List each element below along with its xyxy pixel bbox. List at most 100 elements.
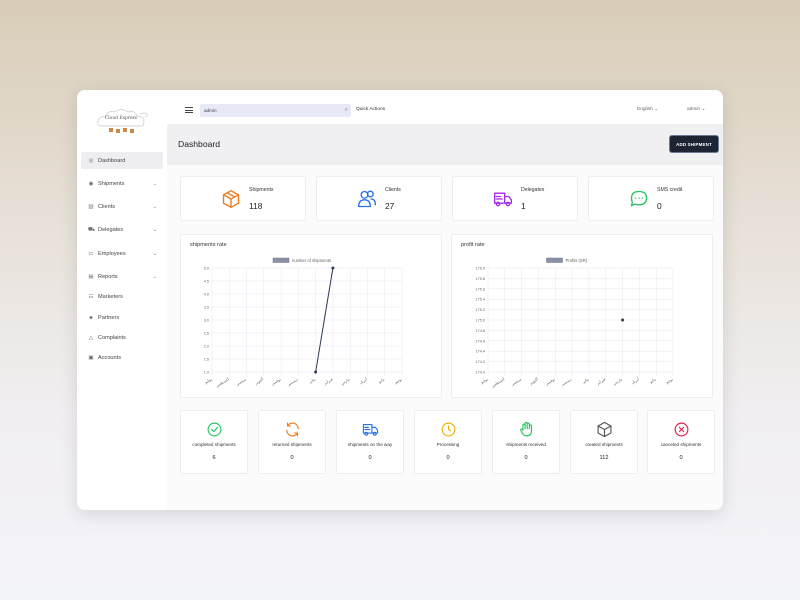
status-card-label: shipments on the way [347,442,393,447]
status-card-value: 0 [679,455,683,461]
stat-label: Delegates [521,187,545,193]
language-dropdown[interactable]: English ⌄ [637,107,658,112]
x-tick-label: ديسمبر [559,376,573,387]
stat-label: Shipments [249,187,274,193]
x-tick-label: يناير [580,377,589,385]
status-card-label: completed shipments [192,442,236,447]
profit-rate-panel: profit rate Profits (SR) 174.0 174.2 174.4 1… [451,234,713,398]
status-card-returned-shipments[interactable]: returned shipments 0 [258,410,326,474]
stat-card-shipments[interactable]: Shipments 118 [180,176,306,221]
truck-icon: ⛟ [88,227,95,234]
chevron-down-icon: ⌄ [152,180,157,187]
sidebar-item-reports[interactable]: ▤ Reports ⌄ [81,268,163,285]
app-window: Cloud Express ◎ Dashboard ◉ Shipments ⌄ ▥ Clie… [77,90,723,510]
x-tick-label: أكتوبر [253,377,264,386]
quick-actions-link[interactable]: Quick Actions [356,107,385,112]
legend-label: Profits (SR) [566,258,588,263]
sidebar-item-partners[interactable]: ♣ Partners [81,309,163,326]
legend-swatch [272,257,290,263]
stat-value: 0 [657,201,662,211]
x-tick-label: مايو [376,377,385,385]
sidebar-item-delegates[interactable]: ⛟ Delegates ⌄ [81,222,163,239]
chevron-down-icon: ⌄ [152,227,157,234]
stat-label: SMS credit [657,187,683,193]
y-tick-label: 174.2 [475,360,485,364]
sidebar-item-label: Reports [98,273,118,280]
hamburger-menu-icon[interactable] [185,107,193,113]
status-card-created-shipments[interactable]: created shipments 112 [570,410,638,474]
sidebar-item-marketers[interactable]: ☷ Marketers [81,289,163,306]
y-tick-label: 2.0 [204,345,209,349]
sidebar-item-employees[interactable]: ▭ Employees ⌄ [81,245,163,262]
cloud-icon [97,109,148,133]
sidebar-item-label: Partners [98,314,120,321]
sidebar-item-shipments[interactable]: ◉ Shipments ⌄ [81,175,163,192]
x-tick-label: يوليو [203,377,213,385]
status-card-value: 0 [446,455,450,461]
x-tick-label: مارس [612,377,623,386]
accounts-icon: ▣ [88,355,94,362]
stat-card-delegates[interactable]: Delegates 1 [452,176,578,221]
status-card-value: 0 [290,455,294,461]
folder-icon: ▤ [88,273,94,280]
y-tick-label: 1.5 [204,358,209,362]
x-tick-label: سبتمبر [509,377,522,387]
sidebar-item-dashboard[interactable]: ◎ Dashboard [81,152,163,169]
x-tick-label: نوفمبر [544,377,556,387]
clients-icon: ▥ [88,204,94,211]
status-card-canceled-shipments[interactable]: canceled shipments 0 [647,410,715,474]
partners-icon: ♣ [89,314,93,321]
x-tick-label: يناير [307,377,316,385]
add-shipment-button[interactable]: ADD SHIPMENT [670,136,718,152]
user-dropdown[interactable]: admin ⌄ [687,107,705,112]
y-tick-label: 2.5 [204,332,209,336]
gauge-icon: ◎ [88,157,94,164]
x-tick-label: أكتوبر [528,377,539,386]
y-tick-label: 174.0 [475,371,485,375]
brand-name: Cloud Express [104,116,138,121]
clock-icon [440,421,457,438]
status-card-shipments-on-the-way[interactable]: shipments on the way 0 [336,410,404,474]
sidebar-item-label: Shipments [98,180,125,187]
x-tick-label: أغسطس [490,377,505,389]
y-tick-label: 4.5 [204,280,209,284]
stat-card-clients[interactable]: Clients 27 [316,176,442,221]
marketers-icon: ☷ [88,294,94,301]
brand-logo[interactable]: Cloud Express [95,106,151,138]
x-circle-icon [673,421,690,438]
sidebar-item-clients[interactable]: ▥ Clients ⌄ [81,199,163,216]
sidebar-item-accounts[interactable]: ▣ Accounts [81,350,163,367]
chart-legend: Profits (SR) [546,257,588,263]
sidebar-item-complaints[interactable]: △ Complaints [81,329,163,346]
box-icon [221,189,241,209]
search-input[interactable]: admin ⌕ [200,104,351,117]
alert-icon: △ [88,334,94,341]
status-card-label: shipments received [506,442,546,447]
sidebar-item-label: Clients [98,204,116,211]
x-tick-label: يونيو [393,377,403,385]
stat-card-sms-credit[interactable]: SMS credit 0 [588,176,714,221]
status-card-processing[interactable]: Processing 0 [414,410,482,474]
sidebar-item-label: Dashboard [98,157,126,164]
legend-swatch [546,257,563,263]
x-tick-label: يونيو [664,377,674,385]
data-point [314,370,318,374]
refresh-icon [284,421,301,438]
search-icon[interactable]: ⌕ [345,107,348,114]
chevron-down-icon: ⌄ [152,273,157,280]
y-tick-label: 174.4 [475,350,485,354]
status-card-value: 0 [524,455,528,461]
chat-icon [629,189,649,209]
sidebar: Cloud Express ◎ Dashboard ◉ Shipments ⌄ ▥ Clie… [77,90,167,510]
stat-label: Clients [385,187,401,193]
status-card-completed-shipments[interactable]: completed shipments 6 [180,410,248,474]
shipments-rate-chart: number of shipments 1.0 1.5 2.0 2.5 3.0 3.5 4.0… [203,257,403,388]
truck-icon [493,189,513,209]
stat-value: 27 [385,201,395,211]
users-icon [357,189,377,209]
status-card-shipments-received[interactable]: shipments received 0 [492,410,560,474]
stat-value: 1 [521,201,526,211]
check-circle-icon [206,421,223,438]
y-tick-label: 175.0 [475,319,485,323]
y-tick-label: 1.0 [204,371,209,375]
